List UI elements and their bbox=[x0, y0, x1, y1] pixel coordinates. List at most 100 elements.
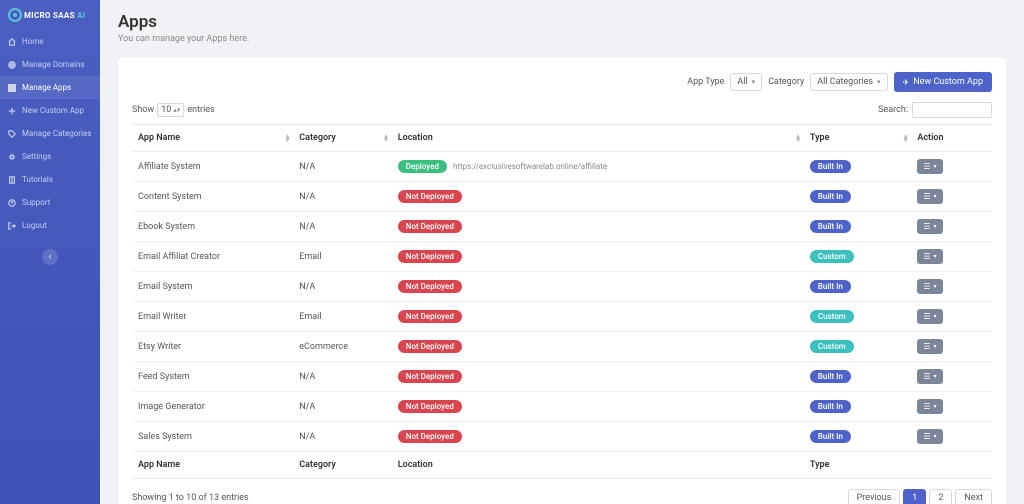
col-footer-type: Type bbox=[804, 452, 911, 479]
location-url[interactable]: https://exclusivesoftwarelab.online/affi… bbox=[453, 162, 607, 171]
cell-category: N/A bbox=[293, 272, 392, 302]
cell-type: Custom bbox=[804, 332, 911, 362]
cell-app-name: Image Generator bbox=[132, 392, 293, 422]
pager-page-1[interactable]: 1 bbox=[903, 489, 926, 504]
row-action-button[interactable]: ☰▾ bbox=[917, 399, 942, 414]
cell-type: Built In bbox=[804, 212, 911, 242]
deploy-badge: Not Deployed bbox=[398, 190, 462, 203]
page-title: Apps bbox=[118, 12, 1006, 32]
cell-category: eCommerce bbox=[293, 332, 392, 362]
cell-type: Built In bbox=[804, 422, 911, 452]
type-badge: Custom bbox=[810, 340, 854, 353]
deploy-badge: Not Deployed bbox=[398, 280, 462, 293]
type-badge: Built In bbox=[810, 400, 851, 413]
cell-app-name: Content System bbox=[132, 182, 293, 212]
sidebar: MICRO SAAS AI Home Manage Domains Manage… bbox=[0, 0, 100, 504]
sort-icon: ▴▾ bbox=[286, 134, 290, 142]
col-footer-name: App Name bbox=[132, 452, 293, 479]
sidebar-item-logout[interactable]: Logout bbox=[0, 214, 100, 237]
col-header-type[interactable]: Type▴▾ bbox=[804, 125, 911, 152]
col-header-name[interactable]: App Name▴▾ bbox=[132, 125, 293, 152]
sidebar-item-manage-apps[interactable]: Manage Apps bbox=[0, 76, 100, 99]
cell-location: Not Deployed bbox=[392, 212, 804, 242]
sidebar-collapse-button[interactable]: ‹ bbox=[42, 249, 58, 265]
row-action-button[interactable]: ☰▾ bbox=[917, 219, 942, 234]
entries-label: entries bbox=[187, 105, 214, 115]
col-header-location[interactable]: Location▴▾ bbox=[392, 125, 804, 152]
new-custom-app-button[interactable]: ✈New Custom App bbox=[894, 72, 992, 92]
table-row: Email WriterEmailNot DeployedCustom☰▾ bbox=[132, 302, 992, 332]
cell-app-name: Email Writer bbox=[132, 302, 293, 332]
type-badge: Built In bbox=[810, 280, 851, 293]
table-row: Ebook SystemN/ANot DeployedBuilt In☰▾ bbox=[132, 212, 992, 242]
book-icon bbox=[8, 176, 16, 184]
sidebar-item-label: Support bbox=[22, 198, 50, 207]
cell-type: Custom bbox=[804, 242, 911, 272]
category-label: Category bbox=[768, 77, 804, 87]
row-action-button[interactable]: ☰▾ bbox=[917, 279, 942, 294]
pager-previous[interactable]: Previous bbox=[848, 489, 901, 504]
sidebar-item-manage-categories[interactable]: Manage Categories bbox=[0, 122, 100, 145]
row-action-button[interactable]: ☰▾ bbox=[917, 159, 942, 174]
search-label: Search: bbox=[878, 105, 908, 115]
apps-table: App Name▴▾ Category▴▾ Location▴▾ Type▴▾ … bbox=[132, 124, 992, 479]
search-input[interactable] bbox=[912, 102, 992, 118]
row-action-button[interactable]: ☰▾ bbox=[917, 339, 942, 354]
sidebar-item-manage-domains[interactable]: Manage Domains bbox=[0, 53, 100, 76]
sidebar-item-support[interactable]: Support bbox=[0, 191, 100, 214]
row-action-button[interactable]: ☰▾ bbox=[917, 309, 942, 324]
list-icon: ☰ bbox=[923, 192, 930, 201]
deploy-badge: Not Deployed bbox=[398, 400, 462, 413]
sidebar-item-settings[interactable]: Settings bbox=[0, 145, 100, 168]
deploy-badge: Not Deployed bbox=[398, 250, 462, 263]
chevron-down-icon: ▾ bbox=[752, 78, 756, 86]
cell-action: ☰▾ bbox=[911, 152, 992, 182]
sidebar-item-label: Logout bbox=[22, 221, 47, 230]
table-header-row: App Name▴▾ Category▴▾ Location▴▾ Type▴▾ … bbox=[132, 125, 992, 152]
col-footer-location: Location bbox=[392, 452, 804, 479]
sort-icon: ▴▾ bbox=[904, 134, 908, 142]
table-row: Etsy WritereCommerceNot DeployedCustom☰▾ bbox=[132, 332, 992, 362]
cell-category: N/A bbox=[293, 362, 392, 392]
row-action-button[interactable]: ☰▾ bbox=[917, 369, 942, 384]
brand-text-1: MICRO bbox=[24, 11, 51, 20]
row-action-button[interactable]: ☰▾ bbox=[917, 189, 942, 204]
plus-icon bbox=[8, 107, 16, 115]
sidebar-item-new-custom-app[interactable]: New Custom App bbox=[0, 99, 100, 122]
cell-location: Not Deployed bbox=[392, 182, 804, 212]
pager-next[interactable]: Next bbox=[955, 489, 992, 504]
brand-logo[interactable]: MICRO SAAS AI bbox=[0, 4, 100, 30]
sort-icon: ▴▾ bbox=[796, 134, 800, 142]
cell-app-name: Etsy Writer bbox=[132, 332, 293, 362]
chevron-left-icon: ‹ bbox=[49, 252, 52, 262]
list-icon: ☰ bbox=[923, 222, 930, 231]
row-action-button[interactable]: ☰▾ bbox=[917, 429, 942, 444]
deploy-badge: Not Deployed bbox=[398, 370, 462, 383]
category-select[interactable]: All Categories▾ bbox=[810, 73, 887, 91]
chevron-down-icon: ▾ bbox=[934, 403, 937, 410]
tag-icon bbox=[8, 130, 16, 138]
show-label: Show bbox=[132, 105, 154, 115]
deploy-badge: Not Deployed bbox=[398, 430, 462, 443]
sidebar-item-tutorials[interactable]: Tutorials bbox=[0, 168, 100, 191]
cell-action: ☰▾ bbox=[911, 182, 992, 212]
cell-location: Not Deployed bbox=[392, 392, 804, 422]
col-header-category[interactable]: Category▴▾ bbox=[293, 125, 392, 152]
deploy-badge: Deployed bbox=[398, 160, 447, 173]
pager-page-2[interactable]: 2 bbox=[929, 489, 952, 504]
type-badge: Built In bbox=[810, 370, 851, 383]
list-icon: ☰ bbox=[923, 252, 930, 261]
cell-action: ☰▾ bbox=[911, 362, 992, 392]
sidebar-item-label: Settings bbox=[22, 152, 51, 161]
page-length-select[interactable]: 10▴▾ bbox=[157, 103, 184, 117]
cell-category: N/A bbox=[293, 152, 392, 182]
row-action-button[interactable]: ☰▾ bbox=[917, 249, 942, 264]
cell-app-name: Email Affiliat Creator bbox=[132, 242, 293, 272]
home-icon bbox=[8, 38, 16, 46]
sidebar-item-home[interactable]: Home bbox=[0, 30, 100, 53]
list-icon: ☰ bbox=[923, 282, 930, 291]
apptype-select[interactable]: All▾ bbox=[730, 73, 762, 91]
cell-app-name: Email System bbox=[132, 272, 293, 302]
chevron-down-icon: ▾ bbox=[934, 163, 937, 170]
table-row: Email SystemN/A Not Deployed Built In ☰▾ bbox=[132, 272, 992, 302]
